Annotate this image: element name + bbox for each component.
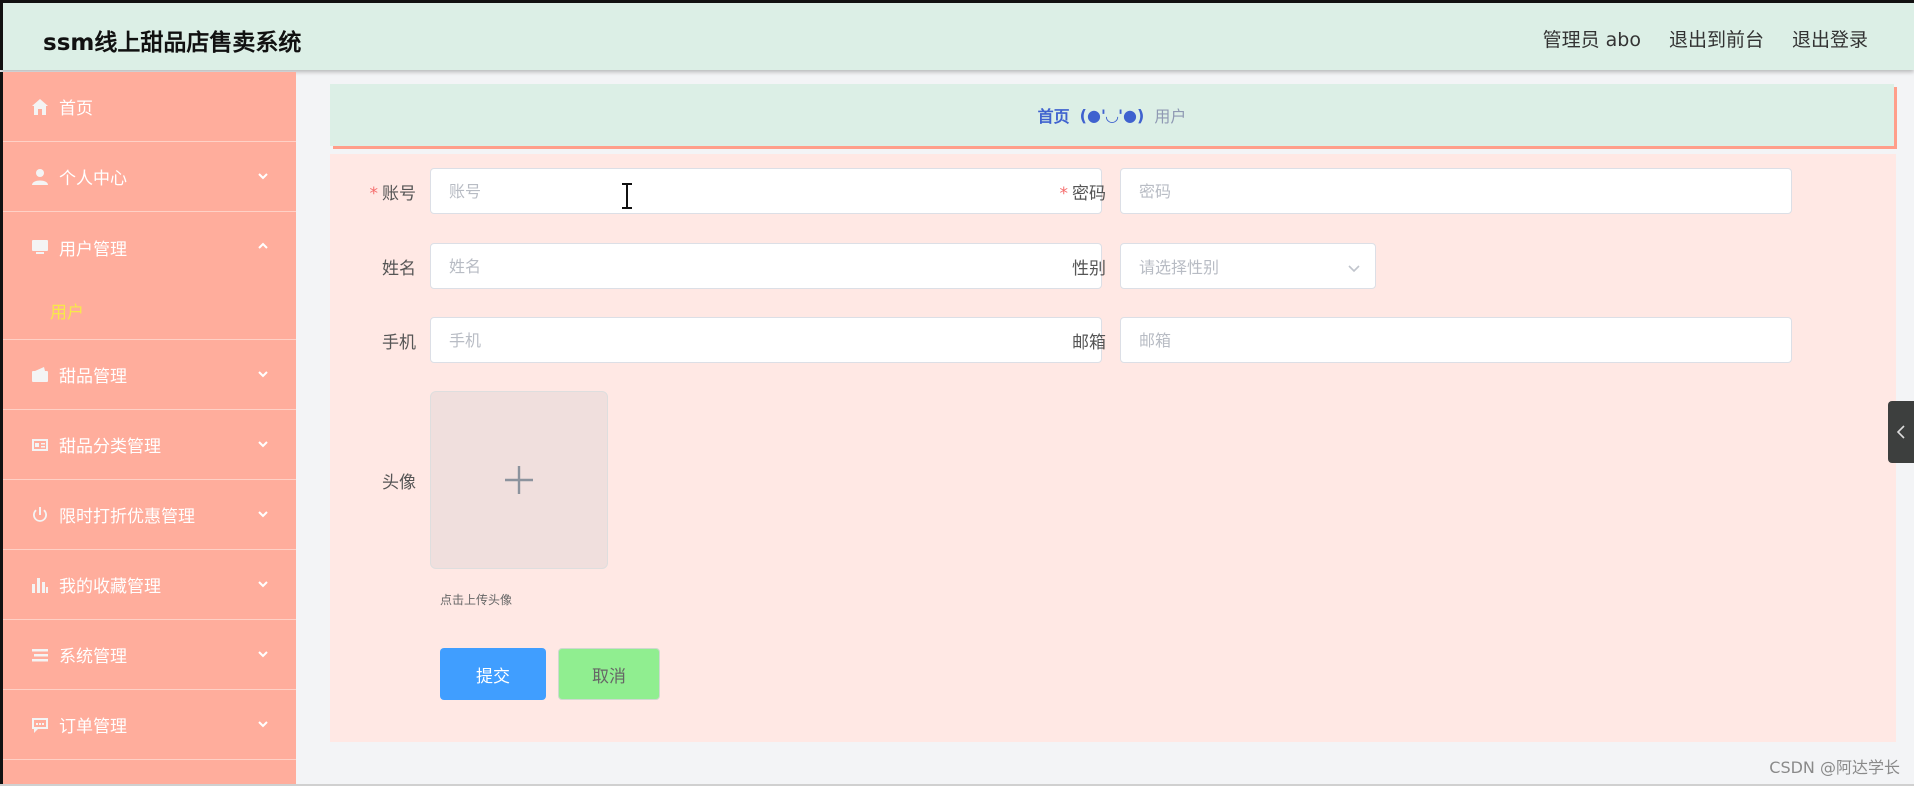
sidebar-item-label: 系统管理 — [59, 647, 127, 667]
chevron-left-icon — [1896, 425, 1905, 439]
avatar-upload[interactable] — [430, 391, 608, 569]
sidebar-item-dessert-category-management[interactable]: 甜品分类管理 — [3, 410, 296, 480]
phone-row: 手机 — [330, 317, 1102, 363]
gender-row: 性别 请选择性别 — [1000, 243, 1376, 289]
watermark: CSDN @阿达学长 — [1769, 758, 1900, 777]
account-row: * 账号 — [330, 168, 1102, 214]
chevron-down-icon — [256, 716, 270, 730]
sidebar-subitem-user[interactable]: 用户 — [3, 282, 296, 340]
required-mark: * — [369, 183, 379, 204]
plus-icon — [505, 466, 533, 494]
chevron-down-icon — [1347, 260, 1361, 274]
sidebar-item-discount-management[interactable]: 限时打折优惠管理 — [3, 480, 296, 550]
user-icon — [29, 166, 51, 188]
gender-select-placeholder: 请选择性别 — [1139, 258, 1220, 277]
email-input[interactable] — [1120, 317, 1792, 363]
breadcrumb-separator: (●'◡'●) — [1079, 105, 1145, 125]
top-nav: 管理员 abo 退出到前台 退出登录 — [1543, 25, 1868, 52]
name-row: 姓名 — [330, 243, 1102, 289]
chevron-down-icon — [256, 506, 270, 520]
user-form: *账号 *密码 姓名 性别 请选择性别 手机 邮箱 — [330, 154, 1896, 742]
sidebar-item-label: 限时打折优惠管理 — [59, 507, 195, 527]
password-input[interactable] — [1120, 168, 1792, 214]
avatar-upload-tip: 点击上传头像 — [440, 593, 513, 607]
sidebar-item-order-management[interactable]: 订单管理 — [3, 690, 296, 760]
top-bar: ssm线上甜品店售卖系统 管理员 abo 退出到前台 退出登录 — [0, 0, 1914, 70]
sidebar-item-favorites-management[interactable]: 我的收藏管理 — [3, 550, 296, 620]
exit-to-frontend-link[interactable]: 退出到前台 — [1669, 25, 1764, 52]
password-label: * 密码 — [1059, 183, 1107, 204]
avatar-row: 头像 — [330, 391, 608, 569]
sidebar-item-personal-center[interactable]: 个人中心 — [3, 142, 296, 212]
email-label: 邮箱 — [1072, 332, 1106, 353]
main-content: 首页 (●'◡'●) 用户 *账号 *密码 姓名 性别 请选择性别 手机 — [296, 72, 1914, 786]
gender-select[interactable]: 请选择性别 — [1120, 243, 1376, 289]
sidebar-item-dessert-management[interactable]: 甜品管理 — [3, 340, 296, 410]
avatar-label: 头像 — [382, 472, 416, 493]
account-label: * 账号 — [369, 183, 417, 204]
sidebar-item-label: 订单管理 — [59, 717, 127, 737]
sidebar: 首页 个人中心 用户管理 用户 甜品管理 甜品分类管理 限时打折优惠管理 我的收… — [0, 72, 296, 786]
required-mark: * — [1059, 183, 1069, 204]
phone-label: 手机 — [382, 332, 416, 353]
sidebar-item-label: 我的收藏管理 — [59, 577, 161, 597]
sidebar-item-label: 个人中心 — [59, 169, 127, 189]
text-cursor-icon — [622, 183, 632, 209]
chevron-up-icon — [256, 238, 270, 252]
chevron-down-icon — [256, 436, 270, 450]
side-panel-toggle[interactable] — [1888, 401, 1914, 463]
app-title: ssm线上甜品店售卖系统 — [43, 30, 302, 56]
cancel-button[interactable]: 取消 — [558, 648, 660, 700]
home-icon — [29, 96, 51, 118]
monitor-icon — [29, 236, 51, 258]
chevron-down-icon — [256, 366, 270, 380]
breadcrumb-current: 用户 — [1154, 107, 1187, 126]
name-label: 姓名 — [382, 258, 416, 279]
sidebar-item-system-management[interactable]: 系统管理 — [3, 620, 296, 690]
breadcrumb: 首页 (●'◡'●) 用户 — [330, 84, 1894, 146]
power-icon — [29, 504, 51, 526]
submit-button[interactable]: 提交 — [440, 648, 546, 700]
chevron-down-icon — [256, 646, 270, 660]
sidebar-item-user-management[interactable]: 用户管理 — [3, 212, 296, 282]
list-icon — [29, 644, 51, 666]
sidebar-item-label: 用户管理 — [59, 239, 127, 260]
sidebar-item-label: 甜品分类管理 — [59, 437, 161, 457]
email-row: 邮箱 — [1000, 317, 1792, 363]
admin-user-label[interactable]: 管理员 abo — [1543, 25, 1641, 52]
id-card-icon — [29, 434, 51, 456]
sidebar-item-home[interactable]: 首页 — [3, 72, 296, 142]
chat-icon — [29, 714, 51, 736]
bar-chart-icon — [29, 574, 51, 596]
breadcrumb-home[interactable]: 首页 — [1038, 103, 1070, 127]
chevron-down-icon — [256, 168, 270, 182]
wallet-icon — [29, 364, 51, 386]
password-row: * 密码 — [1000, 168, 1792, 214]
sidebar-item-label: 首页 — [59, 99, 93, 119]
chevron-down-icon — [256, 576, 270, 590]
gender-label: 性别 — [1072, 258, 1106, 279]
sidebar-item-label: 甜品管理 — [59, 367, 127, 387]
logout-link[interactable]: 退出登录 — [1792, 25, 1868, 52]
